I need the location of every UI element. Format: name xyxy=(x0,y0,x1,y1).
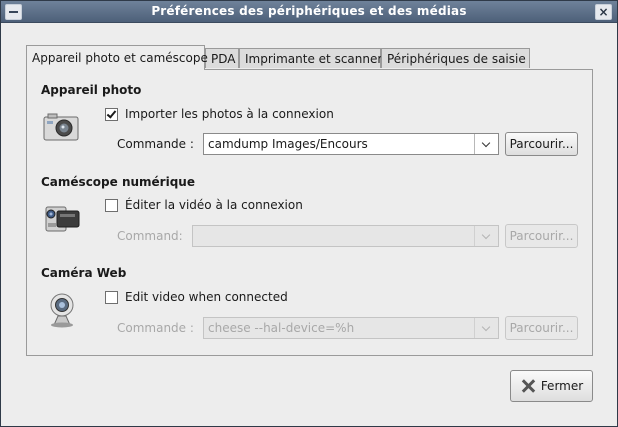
webcam-edit-video-checkbox-row[interactable]: Edit video when connected xyxy=(105,289,288,305)
webcam-browse-button[interactable]: Parcourir... xyxy=(505,316,578,340)
camcorder-command-combo[interactable] xyxy=(192,225,499,247)
edit-video-checkbox[interactable] xyxy=(105,198,118,212)
webcam-section-title: Caméra Web xyxy=(41,266,127,280)
import-photos-checkbox-row[interactable]: Importer les photos à la connexion xyxy=(105,106,334,122)
import-photos-checkbox[interactable] xyxy=(105,107,118,121)
webcam-command-label: Commande : xyxy=(117,321,194,335)
close-button-label: Fermer xyxy=(540,379,584,393)
chevron-down-icon[interactable] xyxy=(474,226,498,246)
webcam-edit-video-label: Edit video when connected xyxy=(125,290,288,304)
camera-command-combo[interactable]: camdump Images/Encours xyxy=(203,133,499,155)
camera-icon xyxy=(42,107,80,145)
close-button[interactable]: Fermer xyxy=(510,370,593,402)
tab-printer-scanner[interactable]: Imprimante et scanner xyxy=(239,48,382,68)
webcam-edit-video-checkbox[interactable] xyxy=(105,290,118,304)
camera-section-title: Appareil photo xyxy=(41,83,142,97)
camera-command-label: Commande : xyxy=(117,137,194,151)
webcam-command-combo[interactable]: cheese --hal-device=%h xyxy=(203,317,499,339)
tab-pda[interactable]: PDA xyxy=(205,48,239,68)
edit-video-label: Éditer la vidéo à la connexion xyxy=(125,198,303,212)
chevron-down-icon[interactable] xyxy=(474,318,498,338)
camcorder-command-label: Command: xyxy=(117,229,183,243)
webcam-command-value[interactable]: cheese --hal-device=%h xyxy=(208,321,354,335)
camcorder-icon xyxy=(43,199,81,237)
tab-input-devices[interactable]: Périphériques de saisie xyxy=(381,48,530,68)
camera-browse-button[interactable]: Parcourir... xyxy=(505,132,578,156)
webcam-icon xyxy=(44,291,82,329)
import-photos-label: Importer les photos à la connexion xyxy=(125,107,334,121)
window-title: Préférences des périphériques et des méd… xyxy=(151,4,467,18)
edit-video-checkbox-row[interactable]: Éditer la vidéo à la connexion xyxy=(105,197,303,213)
window-close-button[interactable]: × xyxy=(595,4,612,20)
camcorder-browse-button[interactable]: Parcourir... xyxy=(505,224,578,248)
preferences-window: Préférences des périphériques et des méd… xyxy=(0,0,618,427)
camcorder-section-title: Caméscope numérique xyxy=(41,175,195,189)
close-icon xyxy=(520,378,536,394)
chevron-down-icon[interactable] xyxy=(474,134,498,154)
tab-camera-camcorder[interactable]: Appareil photo et caméscope xyxy=(26,45,208,70)
camera-command-value[interactable]: camdump Images/Encours xyxy=(208,137,368,151)
title-bar[interactable]: Préférences des périphériques et des méd… xyxy=(1,1,617,23)
